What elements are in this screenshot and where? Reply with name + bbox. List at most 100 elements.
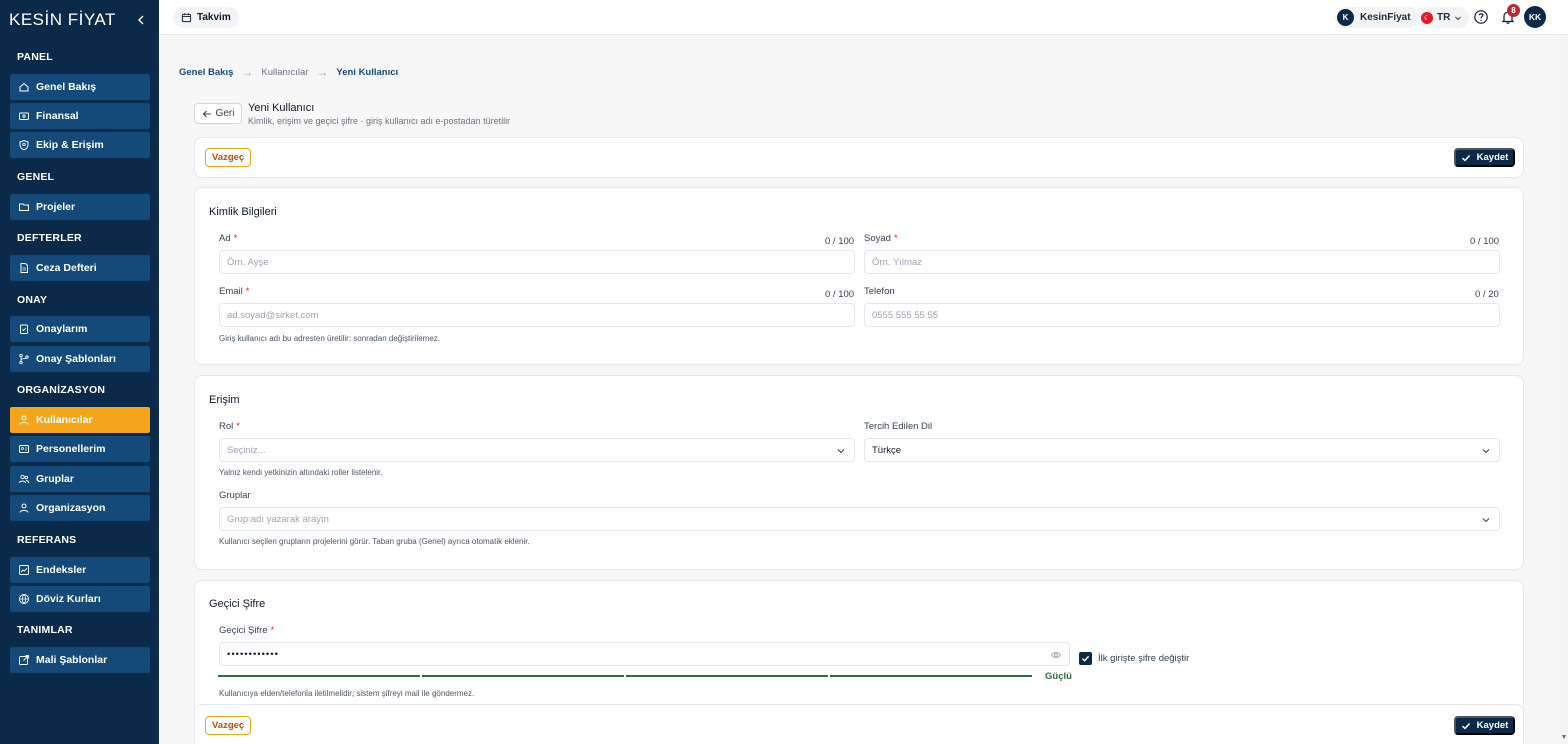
org-name: KesinFiyat bbox=[1360, 12, 1411, 23]
groups-select[interactable]: Grup adı yazarak arayın bbox=[219, 507, 1500, 531]
help-icon[interactable] bbox=[1473, 9, 1489, 25]
sidebar-item-label: Projeler bbox=[36, 201, 76, 213]
document-icon bbox=[20, 263, 28, 273]
first-name-input[interactable]: Örn. Ayşe bbox=[219, 250, 855, 274]
sidebar-item-label: Mali Şablonlar bbox=[36, 654, 108, 666]
identity-card-title: Kimlik Bilgileri bbox=[209, 206, 277, 218]
sidebar-item-organizasyon[interactable]: Organizasyon bbox=[10, 495, 150, 521]
sidebar-item-label: Onaylarım bbox=[36, 323, 88, 335]
sidebar-item-label: Gruplar bbox=[36, 473, 74, 485]
groups-placeholder: Grup adı yazarak arayın bbox=[227, 513, 329, 525]
temp-password-label: Geçici Şifre * bbox=[219, 625, 275, 636]
change-on-login-checkbox[interactable] bbox=[1079, 652, 1092, 665]
sidebar-item-gruplar[interactable]: Gruplar bbox=[10, 466, 150, 492]
temp-password-value: •••••••••••• bbox=[227, 648, 279, 660]
scroll-down-icon[interactable]: ▼ bbox=[1560, 734, 1568, 743]
last-name-input[interactable]: Örn. Yılmaz bbox=[864, 250, 1500, 274]
users-icon bbox=[19, 474, 29, 484]
sidebar-item-personellerim[interactable]: Personellerim bbox=[10, 436, 150, 462]
save-label: Kaydet bbox=[1476, 152, 1509, 163]
strength-bar-segment bbox=[830, 675, 1032, 677]
role-hint: Yalnız kendi yetkinizin altındaki roller… bbox=[219, 468, 383, 477]
organization-switcher[interactable]: K KesinFiyat bbox=[1335, 7, 1419, 28]
sidebar-item-finansal[interactable]: Finansal bbox=[10, 103, 150, 129]
sidebar-item-onay-sablonlari[interactable]: Onay Şablonları bbox=[10, 346, 150, 372]
user-outline-icon bbox=[19, 503, 29, 513]
sidebar-item-ceza-defteri[interactable]: Ceza Defteri bbox=[10, 255, 150, 281]
calendar-button[interactable]: Takvim bbox=[173, 7, 239, 28]
arrow-right-icon: → bbox=[316, 65, 329, 79]
calendar-icon bbox=[181, 13, 192, 23]
temp-password-input[interactable]: •••••••••••• bbox=[219, 642, 1070, 666]
breadcrumb-current: Yeni Kullanıcı bbox=[336, 66, 399, 78]
breadcrumb: Genel Bakış → Kullanıcılar → Yeni Kullan… bbox=[179, 65, 398, 79]
sidebar-item-genel-bakis[interactable]: Genel Bakış bbox=[10, 74, 150, 100]
language-value: Türkçe bbox=[872, 444, 902, 456]
language-select[interactable]: Türkçe bbox=[864, 438, 1500, 462]
topbar: Takvim K KesinFiyat ☾ TR 8 KK bbox=[159, 0, 1568, 35]
calendar-label: Takvim bbox=[197, 12, 231, 23]
phone-counter: 0 / 20 bbox=[1475, 289, 1499, 300]
sidebar-item-projeler[interactable]: Projeler bbox=[10, 194, 150, 220]
email-counter: 0 / 100 bbox=[825, 289, 855, 300]
strength-bar-segment bbox=[626, 675, 828, 677]
sidebar-item-label: Organizasyon bbox=[36, 502, 106, 514]
language-label: Tercih Edilen Dil bbox=[864, 421, 933, 432]
nav-section-onay: ONAY bbox=[17, 294, 48, 306]
cancel-button[interactable]: Vazgeç bbox=[205, 148, 252, 167]
sidebar-item-endeksler[interactable]: Endeksler bbox=[10, 557, 150, 583]
save-button[interactable]: Kaydet bbox=[1454, 716, 1515, 735]
language-code: TR bbox=[1437, 12, 1451, 23]
sidebar-item-onaylarim[interactable]: Onaylarım bbox=[10, 316, 150, 342]
sidebar-item-doviz-kurlari[interactable]: Döviz Kurları bbox=[10, 586, 150, 612]
cancel-button[interactable]: Vazgeç bbox=[205, 716, 252, 735]
user-icon bbox=[19, 415, 29, 425]
folder-icon bbox=[19, 203, 29, 211]
org-avatar: K bbox=[1337, 9, 1354, 26]
globe-icon bbox=[19, 594, 29, 605]
back-button[interactable]: Geri bbox=[194, 103, 242, 124]
breadcrumb-kullanicilar[interactable]: Kullanıcılar bbox=[261, 67, 308, 78]
arrow-right-icon: → bbox=[241, 65, 254, 79]
eye-icon[interactable] bbox=[1051, 650, 1061, 660]
sidebar-item-label: Personellerim bbox=[36, 443, 106, 455]
chevron-down-icon bbox=[1455, 16, 1462, 20]
chevron-down-icon bbox=[837, 449, 845, 454]
sidebar-item-label: Endeksler bbox=[36, 564, 87, 576]
page-subtitle: Kimlik, erişim ve geçici şifre · giriş k… bbox=[248, 116, 511, 126]
role-label: Rol * bbox=[219, 421, 240, 432]
sidebar-item-label: Kullanıcılar bbox=[36, 414, 93, 426]
email-label: Email * bbox=[219, 286, 250, 297]
email-input[interactable]: ad.soyad@sirket.com bbox=[219, 303, 855, 327]
sidebar-item-ekip-erisim[interactable]: Ekip & Erişim bbox=[10, 132, 150, 158]
breadcrumb-genel-bakis[interactable]: Genel Bakış bbox=[179, 67, 233, 78]
action-bar-bottom: Vazgeç Kaydet bbox=[194, 704, 1524, 744]
save-button[interactable]: Kaydet bbox=[1454, 148, 1515, 167]
phone-input[interactable]: 0555 555 55 55 bbox=[864, 303, 1500, 327]
shield-user-icon bbox=[19, 139, 29, 151]
groups-hint: Kullanıcı seçilen grupların projelerini … bbox=[219, 537, 530, 546]
sidebar-item-label: Onay Şablonları bbox=[36, 353, 116, 365]
role-select[interactable]: Seçiniz... bbox=[219, 438, 855, 462]
sidebar-item-mali-sablonlar[interactable]: Mali Şablonlar bbox=[10, 647, 150, 673]
page-scrollbar[interactable] bbox=[1560, 35, 1568, 744]
language-switcher[interactable]: ☾ TR bbox=[1414, 7, 1470, 28]
change-on-login-label[interactable]: İlk girişte şifre değiştir bbox=[1098, 653, 1189, 664]
temp-password-card-title: Geçici Şifre bbox=[209, 598, 266, 610]
first-name-label: Ad * bbox=[219, 233, 238, 244]
strength-label: Güçlü bbox=[1045, 671, 1072, 682]
email-hint: Giriş kullanıcı adı bu adresten üretilir… bbox=[219, 334, 440, 343]
turkey-flag-icon: ☾ bbox=[1421, 11, 1433, 24]
nav-section-referans: REFERANS bbox=[17, 534, 77, 546]
clipboard-check-icon bbox=[20, 324, 28, 334]
chevron-left-icon[interactable] bbox=[135, 14, 147, 26]
external-edit-icon bbox=[19, 655, 29, 665]
phone-label: Telefon bbox=[864, 286, 895, 297]
nav-section-organizasyon: ORGANİZASYON bbox=[17, 384, 106, 396]
app-logo[interactable]: KESİN FİYAT bbox=[9, 10, 116, 30]
branch-icon bbox=[19, 353, 29, 365]
user-avatar[interactable]: KK bbox=[1524, 6, 1546, 28]
sidebar-item-kullanicilar[interactable]: Kullanıcılar bbox=[10, 407, 150, 433]
chevron-down-icon bbox=[1482, 449, 1490, 454]
sidebar-item-label: Genel Bakış bbox=[36, 81, 97, 93]
